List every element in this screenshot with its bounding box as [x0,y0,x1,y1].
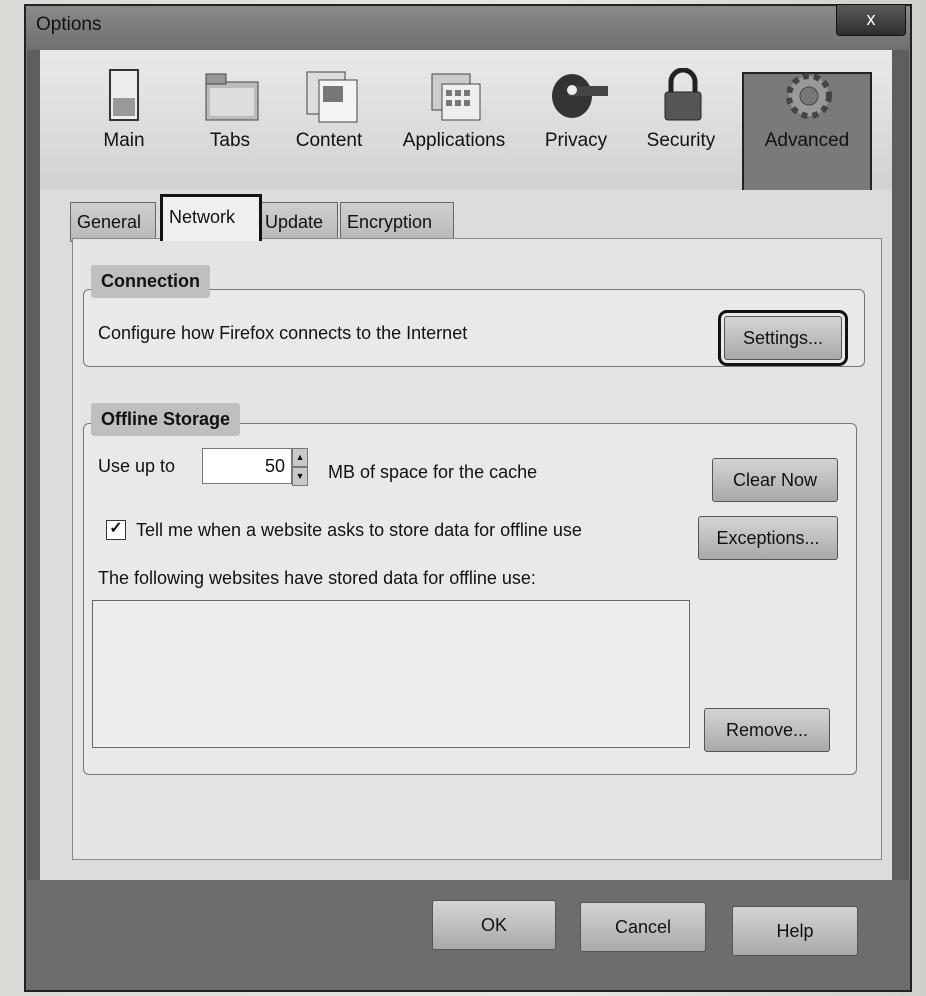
use-up-to-label: Use up to [98,456,176,476]
offline-sites-list[interactable] [92,600,690,748]
category-toolbar: Main Tabs Content Applications Privacy S… [40,50,892,192]
exceptions-button[interactable]: Exceptions... [698,516,838,560]
toolbar-label-main: Main [103,130,145,151]
folder-tabs-icon [204,68,259,124]
tab-update[interactable]: Update [258,202,338,242]
tab-network[interactable]: Network [160,194,262,241]
connection-group: Configure how Firefox connects to the In… [83,289,865,367]
toolbar-label-advanced: Advanced [764,130,850,151]
toolbar-item-security[interactable]: Security [638,67,724,152]
offline-storage-group: Use up to 50 ▲ ▼ MB of space for the cac… [83,423,857,775]
offline-storage-legend: Offline Storage [91,403,241,436]
spin-up-icon[interactable]: ▲ [292,448,308,467]
mask-icon [550,68,608,124]
clear-now-button[interactable]: Clear Now [712,458,838,502]
tab-encryption[interactable]: Encryption [340,202,454,242]
spin-down-icon[interactable]: ▼ [292,467,308,486]
toolbar-label-tabs: Tabs [209,130,251,151]
toolbar-label-security: Security [646,130,716,151]
cache-size-input[interactable]: 50 [202,448,292,484]
options-content: General Network Update Encryption Config… [40,190,892,880]
toolbar-label-privacy: Privacy [544,130,608,151]
applications-icon [428,68,481,124]
cache-size-stepper[interactable]: ▲ ▼ [292,448,308,486]
toolbar-item-advanced[interactable]: Advanced [742,72,872,192]
padlock-icon [655,67,707,124]
toolbar-item-tabs[interactable]: Tabs [190,68,270,152]
toolbar-label-content: Content [295,130,363,151]
gear-icon [781,68,833,124]
ok-button[interactable]: OK [432,900,556,950]
connection-legend: Connection [91,265,210,298]
options-dialog: Options x Main Tabs Content Applications… [24,4,912,992]
remove-button[interactable]: Remove... [704,708,830,752]
title-bar: Options x [26,4,910,50]
content-icon [303,68,358,124]
settings-button[interactable]: Settings... [718,310,848,366]
toolbar-item-main[interactable]: Main [84,68,164,152]
cache-suffix-label: MB of space for the cache [328,462,538,482]
help-button[interactable]: Help [732,906,858,956]
toolbar-item-content[interactable]: Content [286,68,372,152]
switch-icon [98,68,150,124]
network-panel: Configure how Firefox connects to the In… [72,238,882,860]
stored-sites-label: The following websites have stored data … [98,568,536,588]
tab-general[interactable]: General [70,202,156,242]
window-title: Options [36,14,102,35]
tell-me-label: Tell me when a website asks to store dat… [136,520,582,540]
toolbar-item-privacy[interactable]: Privacy [538,68,614,152]
dialog-button-bar: OK Cancel Help [26,880,910,990]
connection-description: Configure how Firefox connects to the In… [98,323,468,343]
toolbar-item-applications[interactable]: Applications [398,68,510,152]
tell-me-checkbox[interactable]: ✓ [106,520,126,540]
toolbar-label-applications: Applications [402,130,506,151]
close-button[interactable]: x [836,4,906,36]
cancel-button[interactable]: Cancel [580,902,706,952]
